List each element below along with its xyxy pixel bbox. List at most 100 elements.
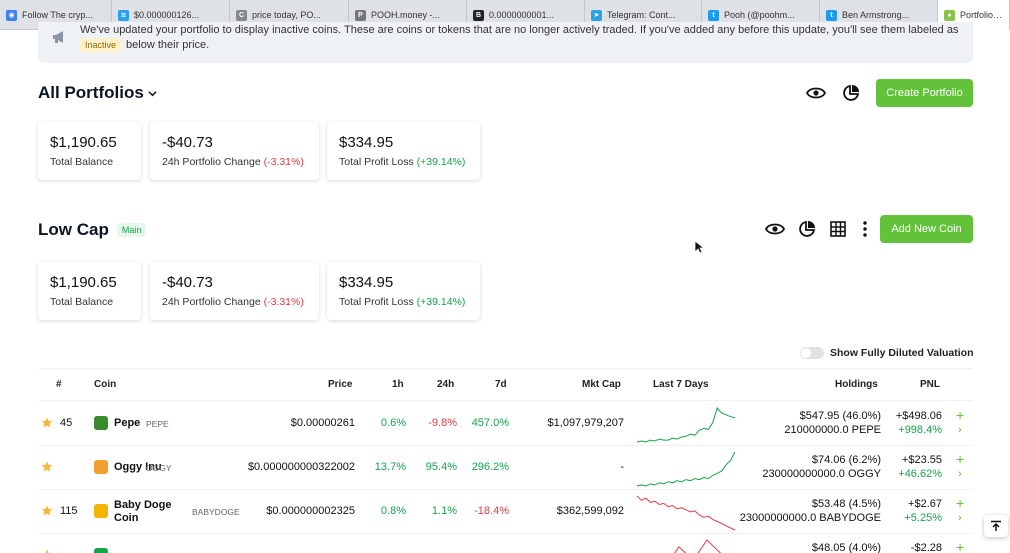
pnl-value: +$23.55 [901, 454, 942, 466]
chevron-down-icon [148, 90, 157, 96]
notice-text-line1: We've updated your portfolio to display … [80, 24, 959, 36]
header-1h[interactable]: 1h [392, 379, 404, 390]
table-row[interactable]: 115 Baby Doge Coin BABYDOGE $0.000000002325… [38, 490, 973, 534]
arrow-up-to-line-icon [991, 520, 1001, 531]
total-balance-value: $1,190.65 [50, 134, 117, 151]
sparkline-chart [650, 539, 722, 553]
coin-symbol: OGGY [146, 463, 172, 473]
header-holdings[interactable]: Holdings [835, 379, 878, 390]
tab-favicon-icon: t [708, 9, 719, 21]
coin-name[interactable]: Baby Doge Coin [114, 499, 184, 525]
header-coin[interactable]: Coin [94, 379, 116, 390]
total-balance-value: $1,190.65 [50, 274, 117, 291]
header-market-cap[interactable]: Mkt Cap [582, 379, 621, 390]
star-icon[interactable] [41, 417, 53, 429]
pnl-value: +$2.67 [908, 498, 942, 510]
eye-icon[interactable] [764, 218, 786, 240]
total-balance-label: Total Balance [50, 296, 114, 308]
coin-name[interactable]: Oggy Inu [114, 461, 234, 474]
header-24h[interactable]: 24h [437, 379, 454, 390]
header-pnl[interactable]: PNL [920, 379, 940, 390]
portfolio-change-label: 24h Portfolio Change [162, 296, 261, 308]
table-grid-icon[interactable] [827, 218, 849, 240]
tab-favicon-icon: ≋ [118, 9, 129, 21]
pnl-percent: +46.62% [898, 468, 942, 480]
profit-loss-label: Total Profit Loss [339, 296, 414, 308]
change-7d: 296.2% [471, 461, 509, 473]
notice-text-line2-text: below their price. [126, 39, 210, 51]
tab-favicon-icon: B [473, 9, 484, 21]
megaphone-icon [53, 31, 63, 43]
header-price[interactable]: Price [328, 379, 352, 390]
coin-logo-icon [94, 548, 108, 553]
header-last-7-days: Last 7 Days [653, 379, 709, 390]
fdv-toggle[interactable]: Show Fully Diluted Valuation [800, 347, 974, 359]
pnl-percent: +5.25% [904, 512, 942, 524]
coin-symbol: PEPE [146, 419, 169, 429]
add-transaction-icon[interactable]: + [956, 495, 964, 511]
fdv-toggle-label: Show Fully Diluted Valuation [830, 347, 974, 359]
change-24h: 95.4% [425, 461, 457, 473]
portfolio-change-value: -$40.73 [162, 134, 213, 151]
portfolio-change-card: -$40.73 24h Portfolio Change (-3.31%) [150, 262, 319, 320]
scroll-to-top-button[interactable] [984, 515, 1008, 537]
chevron-right-icon[interactable]: › [958, 424, 962, 436]
tab-title: 0.0000000001... [489, 10, 555, 20]
add-transaction-icon[interactable]: + [956, 451, 964, 467]
portfolio-change-pct: (-3.31%) [263, 296, 304, 308]
coin-rank: 45 [60, 417, 73, 429]
profit-loss-value: $334.95 [339, 274, 394, 291]
coin-table-header: # Coin Price 1h 24h 7d Mkt Cap Last 7 Da… [38, 368, 973, 401]
notice-text-line2: Inactive below their price. [80, 38, 209, 52]
table-row[interactable]: Oggy Inu OGGY $0.000000000322002 13.7% 95.4%… [38, 446, 973, 490]
market-cap: $1,097,979,207 [547, 417, 624, 429]
portfolio-change-card: -$40.73 24h Portfolio Change (-3.31%) [150, 122, 319, 180]
table-row[interactable]: 45 Pepe PEPE $0.00000261 0.6% -9.8% 457.0% $1,0… [38, 402, 973, 446]
change-24h: -9.8% [428, 417, 457, 429]
coin-name[interactable]: Pepe [114, 417, 234, 430]
pie-chart-icon[interactable] [840, 82, 862, 104]
change-1h: 0.6% [380, 417, 406, 429]
coin-logo-icon [94, 416, 108, 430]
change-1h: 13.7% [374, 461, 406, 473]
pie-chart-icon[interactable] [796, 218, 818, 240]
holdings-amount: 210000000.0 PEPE [784, 424, 881, 436]
tab-favicon-icon: ◉ [6, 9, 17, 21]
portfolio-change-pct: (-3.31%) [263, 156, 304, 168]
holdings-amount: 23000000000.0 BABYDOGE [739, 512, 881, 524]
fdv-switch[interactable] [800, 347, 824, 359]
create-portfolio-button[interactable]: Create Portfolio [876, 79, 973, 107]
more-options-icon[interactable] [855, 218, 875, 240]
header-rank[interactable]: # [56, 379, 62, 390]
sparkline-chart [636, 407, 736, 443]
star-icon[interactable] [41, 549, 53, 553]
star-icon[interactable] [41, 461, 53, 473]
tab-favicon-icon: ● [944, 9, 955, 21]
profit-loss-pct: (+39.14%) [416, 156, 466, 168]
all-portfolios-dropdown[interactable]: All Portfolios [38, 83, 157, 103]
change-7d: 457.0% [471, 417, 509, 429]
star-icon[interactable] [41, 505, 53, 517]
sparkline-chart [636, 495, 736, 531]
coin-price: $0.00000261 [290, 417, 355, 429]
change-7d: -18.4% [474, 505, 509, 517]
tab-favicon-icon: ➤ [591, 9, 602, 21]
market-cap: $362,599,092 [556, 505, 624, 517]
sparkline-line [636, 451, 736, 487]
low-cap-header: Low Cap Main [38, 220, 147, 240]
add-new-coin-button[interactable]: Add New Coin [880, 215, 973, 243]
portfolio-change-label: 24h Portfolio Change [162, 156, 261, 168]
tab-favicon-icon: C [236, 9, 247, 21]
profit-loss-pct: (+39.14%) [416, 296, 466, 308]
add-transaction-icon[interactable]: + [956, 407, 964, 423]
tab-favicon-icon: P [355, 9, 366, 21]
chevron-right-icon[interactable]: › [958, 468, 962, 480]
sparkline-chart [636, 451, 736, 487]
inactive-coins-notice: We've updated your portfolio to display … [38, 22, 973, 63]
sparkline-line [650, 539, 722, 553]
chevron-right-icon[interactable]: › [958, 512, 962, 524]
eye-icon[interactable] [805, 82, 827, 104]
add-transaction-icon[interactable]: + [956, 539, 964, 553]
header-7d[interactable]: 7d [495, 379, 507, 390]
table-row[interactable]: $48.05 (4.0%)-$2.28+› [38, 534, 973, 553]
